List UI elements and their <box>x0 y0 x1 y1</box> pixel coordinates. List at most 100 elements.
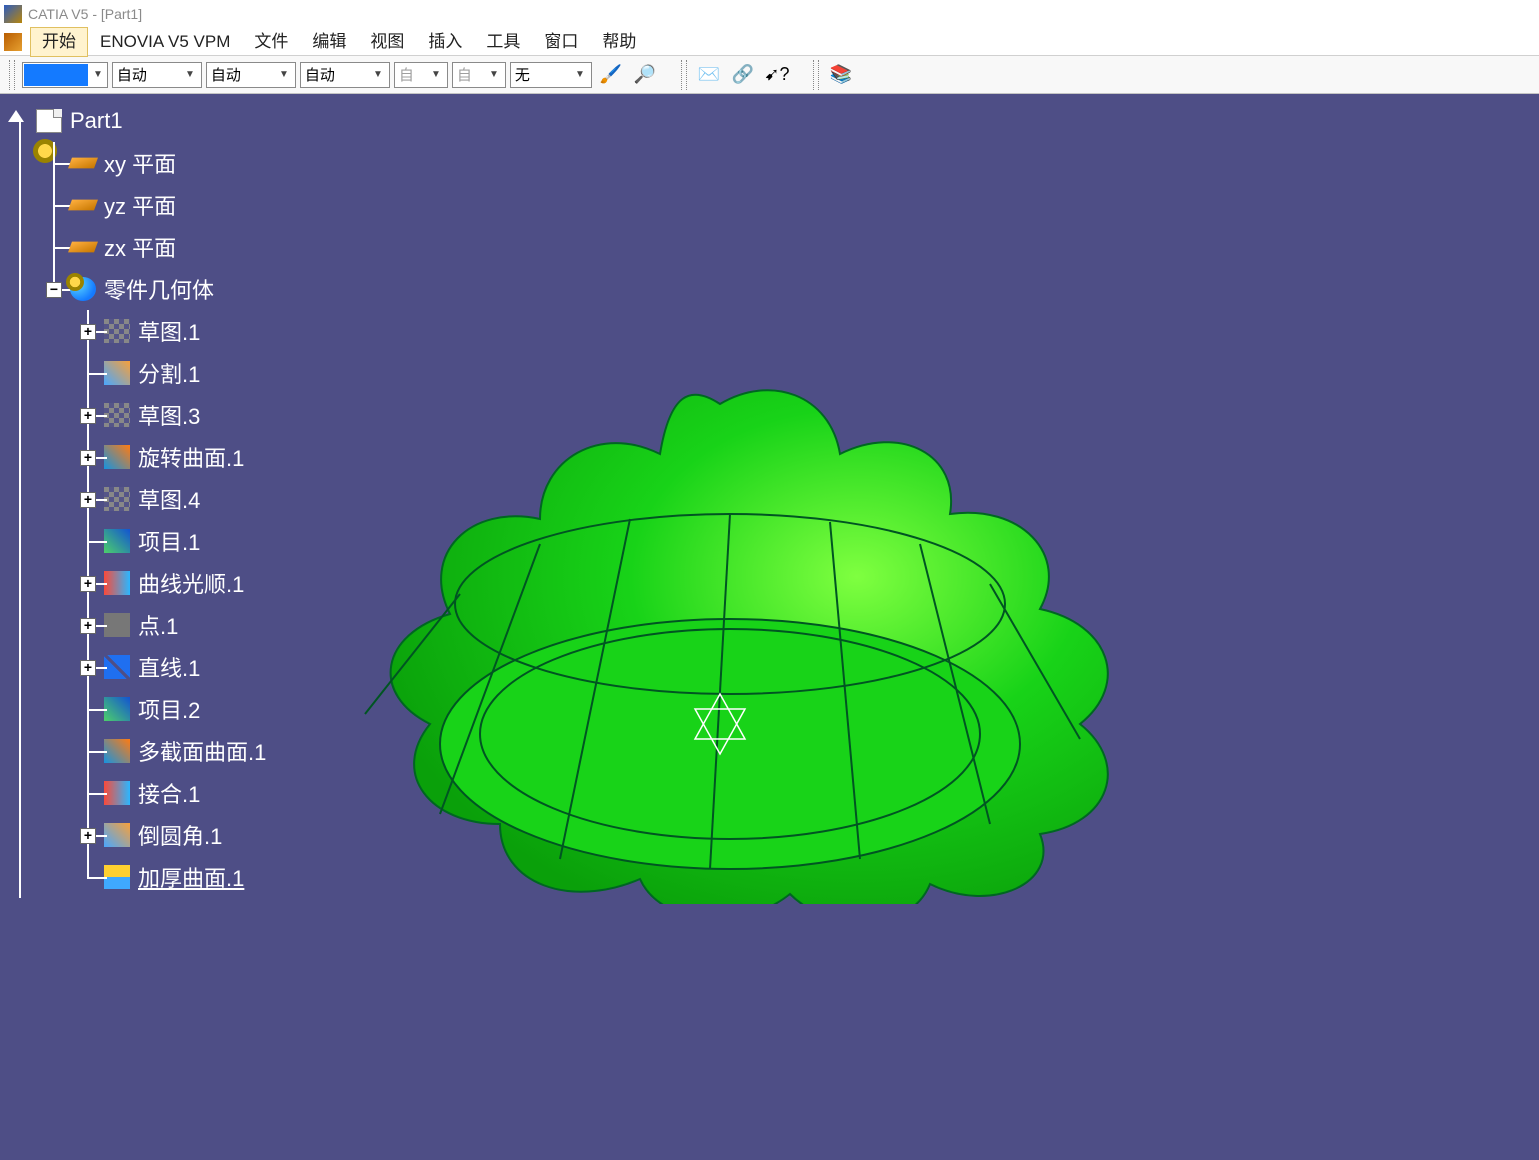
color-swatch <box>24 64 88 86</box>
tree-toggle[interactable]: + <box>80 660 96 676</box>
chevron-down-icon: ▼ <box>571 69 589 80</box>
select-lineweight[interactable]: 自动 ▼ <box>206 62 296 88</box>
menu-window[interactable]: 窗口 <box>532 28 590 56</box>
tree-label: 草图.1 <box>138 315 200 347</box>
toolbar: ▼ 自动▼ 自动▼ 自动▼ 自▼ 自▼ 无▼ 🖌️ 🔎 ✉️ 🔗 ➹? 📚 <box>0 56 1539 94</box>
tree-item[interactable]: + 草图.3 <box>2 394 266 436</box>
feature-icon <box>104 739 130 763</box>
tree-toggle[interactable]: + <box>80 828 96 844</box>
tree-label: 直线.1 <box>138 651 200 683</box>
chevron-down-icon: ▼ <box>485 69 503 80</box>
tree-label: 点.1 <box>138 609 178 641</box>
tree-toggle[interactable]: + <box>80 450 96 466</box>
tree-root[interactable]: Part1 <box>2 100 266 142</box>
tree-plane-yz[interactable]: yz 平面 <box>2 184 266 226</box>
help-pointer-icon[interactable]: ➹? <box>762 60 792 90</box>
tree-label: zx 平面 <box>104 231 176 263</box>
toolbar-grip[interactable] <box>9 60 15 90</box>
feature-icon <box>104 781 130 805</box>
title-text: CATIA V5 - [Part1] <box>28 6 142 22</box>
tree-item[interactable]: 分割.1 <box>2 352 266 394</box>
gear-icon <box>66 273 84 291</box>
wand-icon[interactable]: 🔎 <box>630 60 660 90</box>
tree-label: 曲线光顺.1 <box>138 567 244 599</box>
menubar: 开始 ENOVIA V5 VPM 文件 编辑 视图 插入 工具 窗口 帮助 <box>0 28 1539 56</box>
tree-toggle[interactable]: + <box>80 618 96 634</box>
select-render[interactable]: 无▼ <box>510 62 592 88</box>
menu-tools[interactable]: 工具 <box>474 28 532 56</box>
link-icon[interactable]: 🔗 <box>728 60 758 90</box>
tree-item[interactable]: +草图.4 <box>2 478 266 520</box>
feature-icon <box>104 655 130 679</box>
tree-toggle[interactable]: + <box>80 492 96 508</box>
menu-enovia[interactable]: ENOVIA V5 VPM <box>88 28 242 56</box>
select-value: 自动 <box>117 64 147 85</box>
plane-icon <box>68 200 98 211</box>
tree-item[interactable]: 接合.1 <box>2 772 266 814</box>
catalog-icon[interactable]: 📚 <box>826 60 856 90</box>
tree-toggle[interactable]: + <box>80 576 96 592</box>
toolbar-grip[interactable] <box>681 60 687 90</box>
tree-label: 旋转曲面.1 <box>138 441 244 473</box>
app-icon <box>4 5 22 23</box>
brush-icon[interactable]: 🖌️ <box>596 60 626 90</box>
tree-item[interactable]: + 点.1 <box>2 604 266 646</box>
menu-edit[interactable]: 编辑 <box>300 28 358 56</box>
tree-label: 多截面曲面.1 <box>138 735 266 767</box>
menu-view[interactable]: 视图 <box>358 28 416 56</box>
workspace[interactable]: Part1 xy 平面 yz 平面 zx 平面 − 零件几何体 + 草图.1 分割.… <box>0 94 1539 1160</box>
feature-icon <box>104 403 130 427</box>
toolbar-grip[interactable] <box>813 60 819 90</box>
select-value: 自动 <box>305 64 335 85</box>
feature-icon <box>104 445 130 469</box>
tree-label: Part1 <box>70 108 123 134</box>
tree-label: 分割.1 <box>138 357 200 389</box>
tree-body[interactable]: − 零件几何体 <box>2 268 266 310</box>
color-picker[interactable]: ▼ <box>22 62 108 88</box>
menu-insert[interactable]: 插入 <box>416 28 474 56</box>
tree-item[interactable]: 项目.2 <box>2 688 266 730</box>
mail-icon[interactable]: ✉️ <box>694 60 724 90</box>
tree-collapse-icon[interactable] <box>8 110 24 122</box>
feature-icon <box>104 865 130 889</box>
feature-icon <box>104 571 130 595</box>
select-value: 自动 <box>211 64 241 85</box>
tree-plane-zx[interactable]: zx 平面 <box>2 226 266 268</box>
part-icon <box>36 109 62 133</box>
select-opt4[interactable]: 自▼ <box>394 62 448 88</box>
tree-item[interactable]: 项目.1 <box>2 520 266 562</box>
tree-label: 倒圆角.1 <box>138 819 222 851</box>
tree-toggle[interactable]: − <box>46 282 62 298</box>
viewport-model <box>310 344 1130 904</box>
tree-label: yz 平面 <box>104 189 176 221</box>
feature-icon <box>104 697 130 721</box>
tree-item[interactable]: + 直线.1 <box>2 646 266 688</box>
tree-item[interactable]: + 草图.1 <box>2 310 266 352</box>
select-opt5[interactable]: 自▼ <box>452 62 506 88</box>
select-value: 自 <box>457 64 472 85</box>
plane-icon <box>68 242 98 253</box>
menu-start[interactable]: 开始 <box>30 27 88 57</box>
select-linetype[interactable]: 自动 ▼ <box>112 62 202 88</box>
menu-file[interactable]: 文件 <box>242 28 300 56</box>
tree-item[interactable]: + 旋转曲面.1 <box>2 436 266 478</box>
chevron-down-icon: ▼ <box>427 69 445 80</box>
tree-item[interactable]: + 曲线光顺.1 <box>2 562 266 604</box>
chevron-down-icon: ▼ <box>181 69 199 80</box>
feature-icon <box>104 361 130 385</box>
tree-item[interactable]: 加厚曲面.1 <box>2 856 266 898</box>
feature-icon <box>104 823 130 847</box>
feature-icon <box>104 319 130 343</box>
tree-toggle[interactable]: + <box>80 324 96 340</box>
tree-plane-xy[interactable]: xy 平面 <box>2 142 266 184</box>
tree-item[interactable]: 多截面曲面.1 <box>2 730 266 772</box>
tree-toggle[interactable]: + <box>80 408 96 424</box>
tree-label: 项目.2 <box>138 693 200 725</box>
tree-item[interactable]: + 倒圆角.1 <box>2 814 266 856</box>
chevron-down-icon: ▼ <box>275 69 293 80</box>
chevron-down-icon: ▼ <box>369 69 387 80</box>
doc-icon <box>4 33 22 51</box>
tree-label: 草图.3 <box>138 399 200 431</box>
menu-help[interactable]: 帮助 <box>590 28 648 56</box>
select-point[interactable]: 自动 ▼ <box>300 62 390 88</box>
